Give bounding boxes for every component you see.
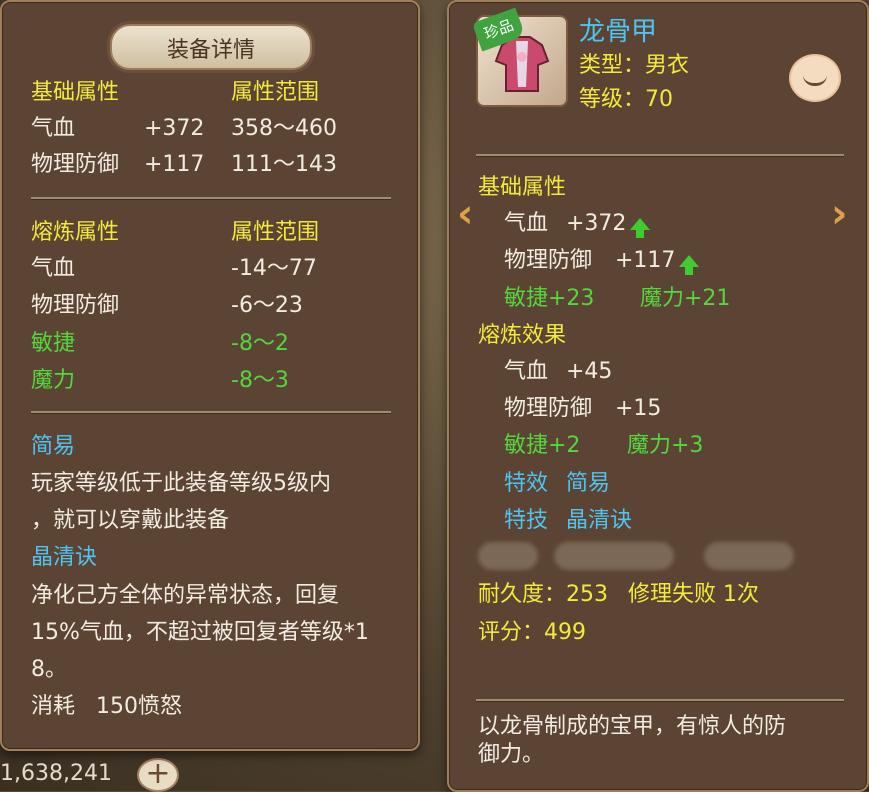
- attr-name: 物理防御: [504, 248, 593, 273]
- refine-attr-range: -8～2: [231, 331, 289, 356]
- refine-attr-name: 魔力: [31, 368, 76, 393]
- item-description: 以龙骨制成的宝甲，有惊人的防: [478, 714, 787, 739]
- cost-label: 消耗: [31, 694, 76, 719]
- skill-name: 晶清诀: [31, 545, 98, 570]
- refine-value: +45: [566, 359, 613, 384]
- bonus-stat: 魔力+21: [640, 286, 731, 311]
- plus-icon[interactable]: +: [137, 758, 179, 792]
- eye-closed-icon[interactable]: [789, 54, 841, 102]
- attr-name: 气血: [504, 211, 549, 236]
- item-level: 等级：70: [579, 87, 673, 112]
- attr-range: 111～143: [231, 152, 337, 177]
- refine-effect-header: 熔炼效果: [478, 323, 567, 348]
- refine-bonus: 魔力+3: [627, 433, 704, 458]
- item-description: 御力。: [478, 742, 545, 767]
- chevron-right-icon[interactable]: ›: [831, 194, 847, 234]
- arrow-up-icon: [630, 218, 650, 238]
- refine-name: 气血: [504, 359, 549, 384]
- range-header: 属性范围: [231, 80, 320, 105]
- refine-attr-name: 敏捷: [31, 331, 76, 356]
- skill-description: 15%气血，不超过被回复者等级*1: [31, 620, 369, 645]
- attr-value: +117: [144, 152, 205, 177]
- effect-description: 玩家等级低于此装备等级5级内: [31, 471, 331, 496]
- refine-name: 物理防御: [504, 396, 593, 421]
- item-name: 龙骨甲: [579, 17, 658, 47]
- refine-attr-range: -8～3: [231, 368, 289, 393]
- skill-description: 净化己方全体的异常状态，回复: [31, 583, 340, 608]
- attr-name: 气血: [31, 116, 76, 141]
- attr-value: +372: [144, 116, 205, 141]
- attr-range: 358～460: [231, 116, 337, 141]
- special-skill-label: 特技: [504, 508, 549, 533]
- cost-value: 150愤怒: [96, 694, 182, 719]
- item-icon: 珍品: [472, 7, 568, 107]
- durability: 耐久度：253: [478, 582, 608, 607]
- panel-title: 装备详情: [166, 38, 255, 63]
- refine-attr-name: 气血: [31, 256, 76, 281]
- basic-attr-header: 基础属性: [31, 80, 120, 105]
- refine-attr-range: -6～23: [231, 293, 303, 318]
- arrow-up-icon: [679, 255, 699, 275]
- special-effect-value: 简易: [566, 471, 611, 496]
- score: 评分：499: [478, 620, 586, 645]
- refine-bonus: 敏捷+2: [504, 433, 581, 458]
- chevron-left-icon[interactable]: ‹: [457, 194, 473, 234]
- refine-value: +15: [615, 396, 662, 421]
- gold-amount: 1,638,241: [0, 761, 112, 786]
- blurred-text: [554, 542, 674, 570]
- divider: [476, 154, 844, 157]
- refine-attr-name: 物理防御: [31, 293, 120, 318]
- basic-attr-header: 基础属性: [478, 175, 567, 200]
- repair-fail-count: 修理失败 1次: [628, 582, 759, 607]
- attr-value: +372: [566, 211, 627, 236]
- panel-title-box: 装备详情: [110, 24, 312, 70]
- refine-attr-header: 熔炼属性: [31, 220, 120, 245]
- item-tooltip-panel: 珍品 龙骨甲 类型：男衣 等级：70 ‹ › 基础属性 气血 +372 物理防御…: [447, 0, 869, 792]
- divider: [31, 197, 391, 200]
- bonus-stat: 敏捷+23: [504, 286, 595, 311]
- equipment-detail-panel: 装备详情 基础属性 属性范围 气血 +372 358～460 物理防御 +117…: [0, 0, 420, 751]
- item-type: 类型：男衣: [579, 53, 690, 78]
- divider: [31, 411, 391, 414]
- effect-name: 简易: [31, 434, 76, 459]
- refine-attr-range: -14～77: [231, 256, 317, 281]
- attr-value: +117: [615, 248, 676, 273]
- blurred-text: [478, 542, 538, 570]
- special-skill-value: 晶清诀: [566, 508, 633, 533]
- effect-description: ，就可以穿戴此装备: [31, 508, 230, 533]
- blurred-text: [704, 542, 794, 570]
- refine-range-header: 属性范围: [231, 220, 320, 245]
- attr-name: 物理防御: [31, 152, 120, 177]
- special-effect-label: 特效: [504, 471, 549, 496]
- divider: [476, 699, 844, 702]
- skill-description: 8。: [31, 657, 67, 682]
